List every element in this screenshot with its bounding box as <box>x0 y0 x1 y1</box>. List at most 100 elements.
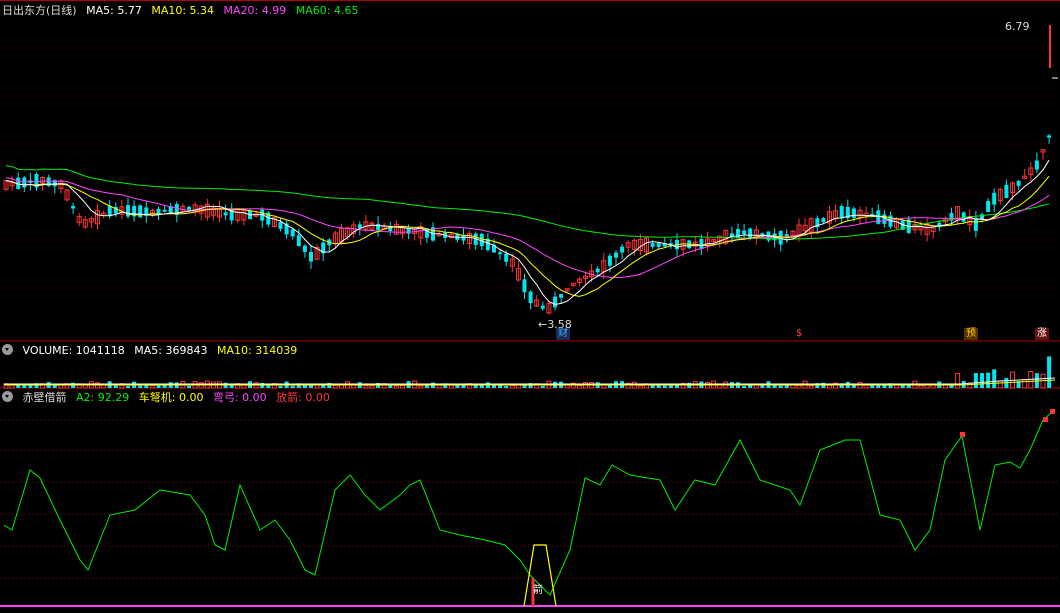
candle-down <box>290 229 295 237</box>
candle-down <box>223 212 228 216</box>
volume-bar <box>808 385 814 389</box>
volume-bar <box>992 369 997 388</box>
volume-bar <box>973 373 978 388</box>
volume-bar <box>187 385 191 388</box>
high-price-label: 6.79 <box>1005 20 1030 33</box>
volume-bar <box>332 384 338 389</box>
candle-down <box>1016 181 1021 186</box>
candle-down <box>821 218 826 222</box>
stock-chart-canvas[interactable] <box>0 0 1060 613</box>
volume-bar <box>863 384 869 389</box>
arrow-signal-label: 箭 <box>533 585 543 596</box>
indicator-wangong: 弯弓: 0.00 <box>212 391 267 404</box>
volume-bar <box>955 372 961 389</box>
volume-bar <box>138 385 143 388</box>
volume-bar <box>241 384 247 389</box>
marker-rise[interactable]: 涨 <box>1035 328 1049 340</box>
candle-down <box>138 205 143 218</box>
candle-down <box>882 214 887 224</box>
indicator-a2: A2: 92.29 <box>76 391 130 404</box>
candle-down <box>187 206 191 210</box>
volume-bar <box>290 385 295 388</box>
volume-bar <box>851 385 856 388</box>
marker-dollar[interactable]: $ <box>794 328 804 340</box>
candle-down <box>498 252 503 255</box>
volume-bar <box>418 385 424 389</box>
volume-bar <box>149 385 155 389</box>
a2-line <box>3 411 1053 596</box>
candle-down <box>699 239 704 249</box>
signal-dot <box>1050 409 1055 414</box>
candle-down <box>540 305 545 309</box>
volume-ma10: MA10: 314039 <box>217 344 298 357</box>
candle-down <box>22 177 27 188</box>
volume-bar <box>918 385 924 389</box>
candle-down <box>650 243 655 247</box>
volume-bar <box>369 385 375 389</box>
candle-down <box>107 206 112 217</box>
volume-bar <box>1047 356 1052 388</box>
volume-bar <box>662 385 667 388</box>
indicator-fangjian: 放箭: 0.00 <box>276 391 330 404</box>
candle-down <box>71 205 76 209</box>
volume-bar <box>144 385 149 388</box>
candle-down <box>607 255 612 266</box>
candle-down <box>296 235 301 247</box>
volume-bar <box>949 385 954 388</box>
volume-bar <box>448 384 454 389</box>
candle-down <box>376 223 381 231</box>
candle-down <box>156 208 161 214</box>
candle-down <box>504 253 509 262</box>
ma20-indicator: MA20: 4.99 <box>223 4 287 17</box>
volume-bar <box>126 385 130 388</box>
volume-bar <box>509 385 515 389</box>
ma20-line <box>5 177 1050 279</box>
candle-down <box>656 243 661 247</box>
indicator-menu-icon[interactable] <box>2 391 13 402</box>
candle-down <box>986 200 991 213</box>
volume-bar <box>796 385 802 389</box>
candle-down <box>1047 135 1052 138</box>
candle-down <box>992 192 997 205</box>
signal-dot <box>960 432 965 437</box>
volume-ma5: MA5: 369843 <box>134 344 208 357</box>
volume-menu-icon[interactable] <box>2 344 13 355</box>
candle-down <box>278 222 283 229</box>
volume-bar <box>827 384 832 389</box>
candle-down <box>742 230 747 235</box>
volume-header: VOLUME: 1041118 MA5: 369843 MA10: 314039 <box>2 343 303 359</box>
indicator-title[interactable]: 赤壁借箭 <box>23 391 67 404</box>
main-chart-header: 日出东方(日线) MA5: 5.77 MA10: 5.34 MA20: 4.99… <box>2 3 364 19</box>
ma60-indicator: MA60: 4.65 <box>295 4 359 17</box>
stock-title[interactable]: 日出东方(日线) <box>2 4 77 17</box>
marker-finance[interactable]: 财 <box>556 328 570 340</box>
ma60-line <box>5 165 1050 240</box>
volume-bar <box>504 385 509 388</box>
volume-bar <box>1022 379 1028 389</box>
volume-bar <box>540 385 545 388</box>
ma10-indicator: MA10: 5.34 <box>151 4 215 17</box>
volume-bar <box>576 385 582 389</box>
volume-bar <box>393 385 399 389</box>
volume-bar <box>363 385 369 389</box>
volume-bar <box>278 385 283 388</box>
candle-down <box>851 208 856 218</box>
candle-down <box>1034 160 1039 170</box>
volume-bar <box>113 385 118 388</box>
volume-ma5-line <box>4 377 1056 385</box>
volume-value: VOLUME: 1041118 <box>22 344 125 357</box>
ma5-line <box>5 159 1050 306</box>
candle-down <box>620 246 625 253</box>
signal-dot <box>1043 417 1048 422</box>
candle-down <box>357 224 362 228</box>
ma10-line <box>5 175 1050 297</box>
candle-down <box>614 252 618 258</box>
candle-down <box>595 268 600 273</box>
volume-bar <box>637 385 643 389</box>
marker-forecast[interactable]: 预 <box>964 328 978 340</box>
candle-down <box>748 228 753 238</box>
candle-down <box>126 205 130 217</box>
candle-down <box>528 291 533 304</box>
candle-down <box>1004 184 1009 198</box>
volume-bar <box>455 385 460 388</box>
